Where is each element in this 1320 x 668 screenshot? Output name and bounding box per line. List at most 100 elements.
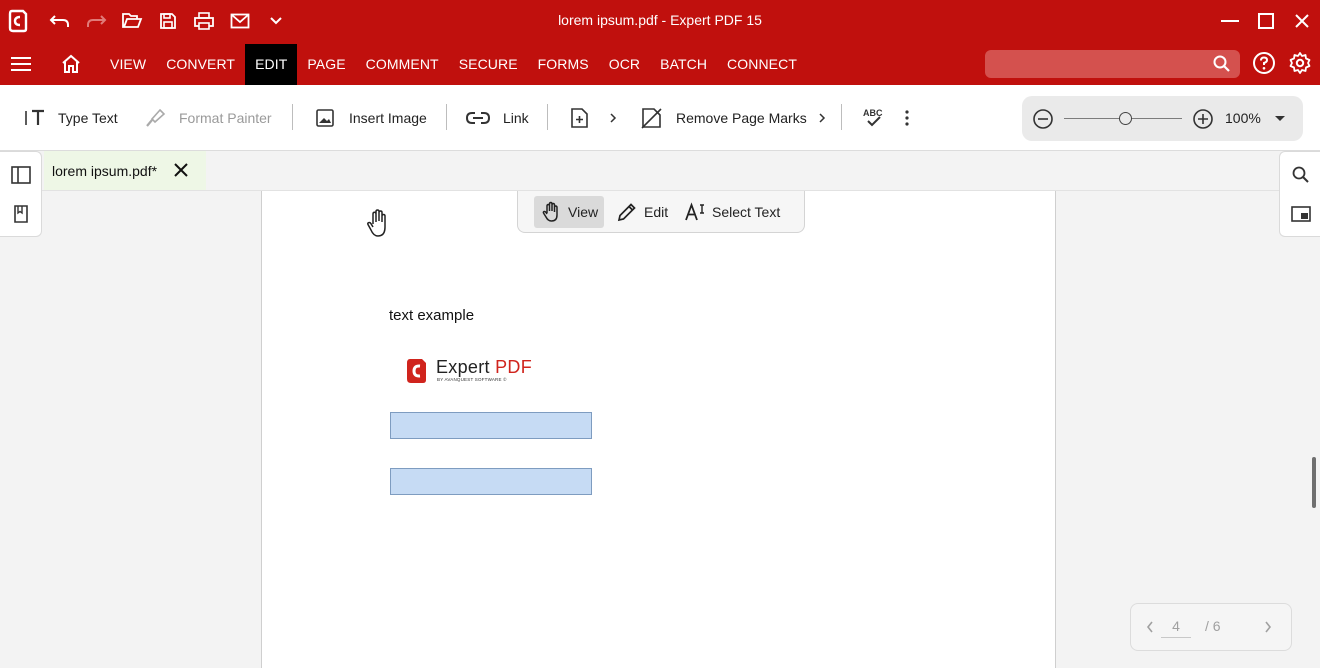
edit-toolbar: Type Text Format Painter Insert Image Li… bbox=[0, 85, 1320, 151]
document-tab-bar: lorem ipsum.pdf* bbox=[0, 151, 1320, 191]
current-page-input[interactable]: 4 bbox=[1161, 616, 1191, 638]
next-page-icon[interactable] bbox=[1263, 619, 1273, 635]
tab-secure[interactable]: SECURE bbox=[449, 44, 528, 85]
window-controls bbox=[1212, 0, 1320, 42]
zoom-in-icon[interactable] bbox=[1192, 108, 1214, 130]
undo-icon[interactable] bbox=[42, 0, 78, 42]
view-mode-label: View bbox=[568, 204, 599, 220]
type-text-icon bbox=[25, 109, 44, 125]
app-logo-icon[interactable] bbox=[0, 0, 36, 42]
insert-image-button[interactable]: Insert Image bbox=[315, 85, 427, 151]
tab-convert[interactable]: CONVERT bbox=[156, 44, 245, 85]
search-input[interactable] bbox=[985, 50, 1240, 78]
tab-batch[interactable]: BATCH bbox=[650, 44, 717, 85]
chevron-down-icon[interactable] bbox=[258, 0, 294, 42]
format-painter-icon bbox=[146, 108, 166, 127]
previous-page-icon[interactable] bbox=[1145, 619, 1155, 635]
bookmark-panel-icon[interactable] bbox=[11, 205, 31, 223]
menu-bar: VIEW CONVERT EDIT PAGE COMMENT SECURE FO… bbox=[0, 42, 1320, 85]
svg-text:ABC: ABC bbox=[863, 108, 883, 118]
logo-word-expert: Expert bbox=[436, 357, 496, 377]
more-options-icon[interactable] bbox=[903, 85, 911, 151]
select-text-mode-label: Select Text bbox=[712, 204, 781, 220]
tab-ocr[interactable]: OCR bbox=[599, 44, 650, 85]
select-text-mode-button[interactable]: Select Text bbox=[678, 196, 786, 228]
search-icon[interactable] bbox=[1212, 54, 1232, 79]
logo-wordmark: Expert PDF bbox=[436, 357, 532, 378]
page-text: text example bbox=[389, 307, 475, 324]
select-text-icon bbox=[685, 202, 704, 221]
form-field-2[interactable] bbox=[390, 468, 592, 495]
remove-page-marks-label: Remove Page Marks bbox=[676, 110, 807, 126]
document-tab[interactable]: lorem ipsum.pdf* bbox=[44, 151, 206, 190]
title-bar: lorem ipsum.pdf - Expert PDF 15 bbox=[0, 0, 1320, 42]
page-navigator: 4 / 6 bbox=[1130, 603, 1292, 651]
toolbar-divider bbox=[446, 104, 447, 130]
expert-pdf-window: lorem ipsum.pdf - Expert PDF 15 VIEW CON… bbox=[0, 0, 1320, 668]
remove-page-marks-button[interactable]: Remove Page Marks bbox=[640, 85, 807, 151]
add-page-button[interactable] bbox=[569, 85, 591, 151]
quick-access-toolbar bbox=[0, 0, 294, 42]
left-side-panel bbox=[0, 151, 42, 237]
toolbar-divider bbox=[547, 104, 548, 130]
maximize-icon[interactable] bbox=[1248, 0, 1284, 42]
save-icon[interactable] bbox=[150, 0, 186, 42]
tab-comment[interactable]: COMMENT bbox=[356, 44, 449, 85]
zoom-slider-thumb[interactable] bbox=[1119, 112, 1132, 125]
hamburger-menu-icon[interactable] bbox=[0, 42, 42, 85]
logo-word-pdf: PDF bbox=[495, 357, 533, 377]
help-icon[interactable] bbox=[1252, 51, 1276, 80]
tab-connect[interactable]: CONNECT bbox=[717, 44, 807, 85]
edit-mode-bar: View Edit Select Text bbox=[517, 191, 805, 233]
hand-icon bbox=[542, 201, 558, 222]
zoom-dropdown-icon[interactable] bbox=[1274, 115, 1286, 123]
form-field-1[interactable] bbox=[390, 412, 592, 439]
toolbar-divider bbox=[292, 104, 293, 130]
expert-pdf-logo: Expert PDF BY AVANQUEST SOFTWARE © bbox=[405, 355, 555, 387]
right-side-panel bbox=[1279, 151, 1320, 237]
format-painter-button[interactable]: Format Painter bbox=[145, 85, 272, 151]
redo-icon[interactable] bbox=[78, 0, 114, 42]
settings-gear-icon[interactable] bbox=[1288, 51, 1312, 80]
link-icon bbox=[465, 112, 491, 124]
link-button[interactable]: Link bbox=[465, 85, 529, 151]
total-pages: / 6 bbox=[1205, 618, 1221, 634]
add-page-icon bbox=[571, 108, 588, 128]
remove-marks-chevron-icon[interactable] bbox=[817, 85, 827, 151]
minimize-icon[interactable] bbox=[1212, 0, 1248, 42]
home-icon[interactable] bbox=[52, 42, 90, 85]
pdf-page[interactable] bbox=[261, 191, 1056, 668]
document-tab-label: lorem ipsum.pdf* bbox=[52, 162, 158, 179]
zoom-control: 100% bbox=[1022, 96, 1303, 141]
zoom-out-icon[interactable] bbox=[1032, 108, 1054, 130]
email-icon[interactable] bbox=[222, 0, 258, 42]
format-painter-label: Format Painter bbox=[179, 110, 272, 126]
close-icon[interactable] bbox=[1284, 0, 1320, 42]
expert-pdf-logo-mark-icon bbox=[407, 359, 426, 383]
view-mode-button[interactable]: View bbox=[534, 196, 605, 228]
hand-cursor-icon bbox=[364, 208, 392, 245]
type-text-button[interactable]: Type Text bbox=[24, 85, 118, 151]
tab-view[interactable]: VIEW bbox=[100, 44, 156, 85]
sidebar-toggle-icon[interactable] bbox=[11, 166, 31, 184]
search-panel-icon[interactable] bbox=[1291, 165, 1311, 185]
link-label: Link bbox=[503, 110, 529, 126]
tab-edit[interactable]: EDIT bbox=[245, 44, 298, 85]
ribbon-tabs: VIEW CONVERT EDIT PAGE COMMENT SECURE FO… bbox=[100, 44, 807, 85]
logo-subtitle: BY AVANQUEST SOFTWARE © bbox=[437, 377, 507, 382]
properties-panel-icon[interactable] bbox=[1291, 205, 1311, 223]
type-text-label: Type Text bbox=[58, 110, 118, 126]
print-icon[interactable] bbox=[186, 0, 222, 42]
edit-mode-label: Edit bbox=[644, 204, 669, 220]
zoom-value[interactable]: 100% bbox=[1225, 110, 1261, 126]
image-icon bbox=[316, 109, 334, 127]
edit-mode-button[interactable]: Edit bbox=[610, 196, 674, 228]
vertical-scrollbar[interactable] bbox=[1312, 457, 1316, 508]
spell-check-button[interactable]: ABC bbox=[862, 85, 886, 151]
add-page-chevron-icon[interactable] bbox=[608, 85, 618, 151]
tab-page[interactable]: PAGE bbox=[297, 44, 355, 85]
open-folder-icon[interactable] bbox=[114, 0, 150, 42]
pencil-icon bbox=[617, 203, 636, 222]
close-tab-icon[interactable] bbox=[172, 161, 190, 179]
tab-forms[interactable]: FORMS bbox=[528, 44, 599, 85]
